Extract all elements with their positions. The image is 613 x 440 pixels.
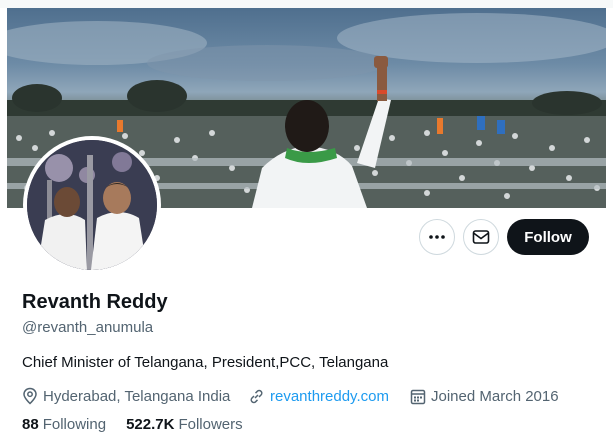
envelope-icon: [472, 230, 490, 244]
top-strip: [0, 0, 613, 8]
more-dots-icon: [429, 235, 445, 239]
followers-count: 522.7K: [126, 416, 175, 433]
location-text: Hyderabad, Telangana India: [43, 387, 231, 405]
joined-text: Joined March 2016: [431, 387, 559, 405]
follow-button[interactable]: Follow: [507, 219, 589, 255]
calendar-icon: [410, 389, 426, 404]
profile-joined: Joined March 2016: [410, 386, 559, 406]
link-icon: [250, 389, 263, 403]
followers-link[interactable]: 522.7K Followers: [126, 416, 243, 433]
follow-counts: 88 Following 522.7K Followers: [22, 416, 263, 433]
message-button[interactable]: [463, 219, 499, 255]
profile-avatar[interactable]: [23, 136, 161, 274]
profile-name: Revanth Reddy: [22, 291, 168, 313]
website-link[interactable]: revanthreddy.com: [270, 388, 389, 405]
location-pin-icon: [23, 387, 37, 405]
more-options-button[interactable]: [419, 219, 455, 255]
profile-bio: Chief Minister of Telangana, President,P…: [22, 354, 389, 371]
followers-label: Followers: [178, 416, 243, 433]
profile-location: Hyderabad, Telangana India: [22, 386, 230, 406]
following-link[interactable]: 88 Following: [22, 416, 106, 433]
profile-handle: @revanth_anumula: [22, 319, 154, 336]
following-label: Following: [42, 416, 107, 433]
following-count: 88: [22, 416, 39, 433]
profile-website[interactable]: revanthreddy.com: [248, 386, 389, 406]
